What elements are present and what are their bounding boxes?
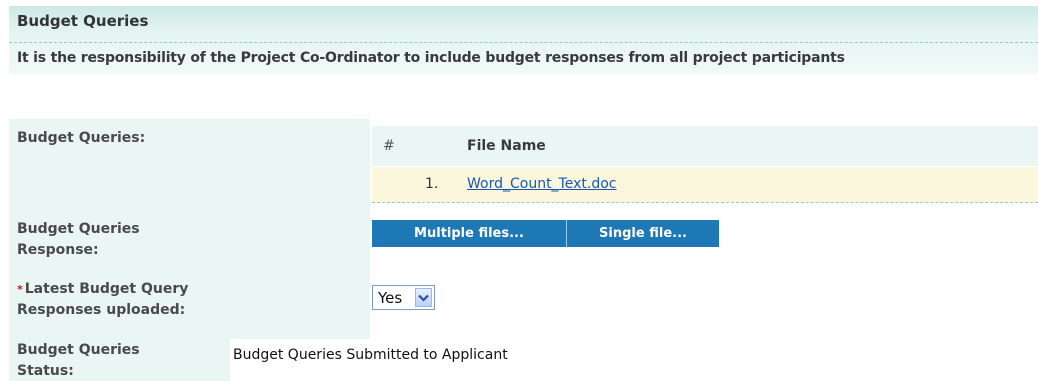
budget-queries-label: Budget Queries: [17, 130, 146, 146]
select-value: Yes [378, 288, 403, 307]
latest-uploaded-select[interactable]: Yes [372, 285, 435, 310]
status-label-line1: Budget Queries [17, 342, 140, 358]
single-file-button[interactable]: Single file... [567, 220, 719, 247]
file-link[interactable]: Word_Count_Text.doc [467, 176, 616, 192]
latest-uploaded-label-line1: Latest Budget Query [24, 281, 189, 297]
budget-queries-response-label: Budget Queries Response: [17, 219, 140, 261]
status-label: Budget Queries Status: [17, 340, 140, 381]
status-value: Budget Queries Submitted to Applicant [233, 347, 508, 363]
upload-button-bar: Multiple files... Single file... [372, 220, 719, 247]
budget-queries-page: Budget Queries It is the responsibility … [0, 0, 1038, 381]
row-index: 1. [425, 176, 439, 192]
chevron-down-icon[interactable] [415, 288, 432, 307]
section-instruction: It is the responsibility of the Project … [17, 50, 845, 66]
budget-queries-response-label-line1: Budget Queries [17, 221, 140, 237]
status-label-line2: Status: [17, 363, 74, 379]
section-title: Budget Queries [17, 12, 149, 30]
budget-queries-response-label-line2: Response: [17, 242, 99, 258]
column-header-number: # [383, 138, 395, 154]
required-marker: * [17, 283, 23, 296]
latest-uploaded-label: * Latest Budget Query Responses uploaded: [17, 279, 188, 321]
multiple-files-button[interactable]: Multiple files... [372, 220, 567, 247]
latest-uploaded-label-line2: Responses uploaded: [17, 302, 186, 318]
column-header-file-name: File Name [467, 138, 546, 154]
header-divider [9, 42, 1038, 43]
